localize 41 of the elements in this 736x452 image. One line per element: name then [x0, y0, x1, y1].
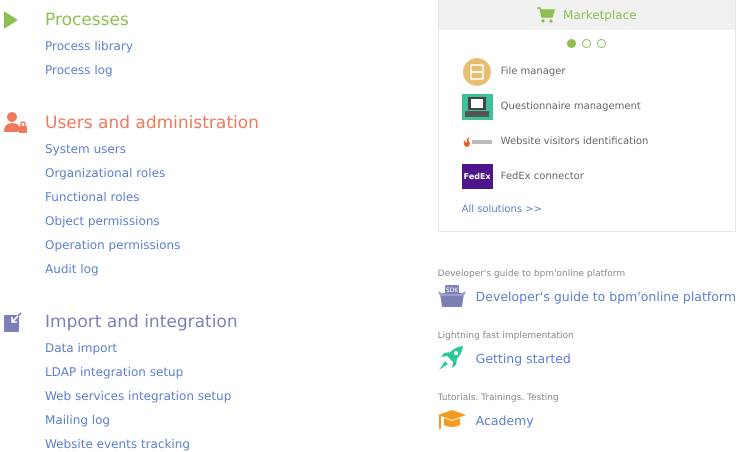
marketplace-title: Marketplace — [563, 8, 637, 22]
nav-link[interactable]: Process log — [45, 58, 113, 82]
play-icon — [4, 11, 18, 29]
resource-link[interactable]: Developer's guide to bpm'online platform — [476, 288, 736, 304]
pager-dot[interactable] — [567, 39, 576, 48]
nav-link[interactable]: LDAP integration setup — [45, 360, 184, 384]
nav-link[interactable]: Audit log — [45, 257, 99, 281]
section-title: Import and integration — [45, 312, 238, 332]
nav-link[interactable]: Mailing log — [45, 408, 110, 432]
nav-link[interactable]: Web services integration setup — [45, 384, 232, 408]
nav-link[interactable]: Functional roles — [45, 185, 140, 209]
solution-name[interactable]: Questionnaire management — [500, 101, 641, 112]
nav-link[interactable]: Organizational roles — [45, 161, 166, 185]
nav-link[interactable]: Data import — [45, 336, 118, 360]
nav-link[interactable]: Operation permissions — [45, 233, 180, 257]
solution-name[interactable]: File manager — [500, 66, 566, 77]
nav-link[interactable]: Process library — [45, 34, 133, 58]
rocket-icon — [438, 346, 465, 370]
pager-dot[interactable] — [597, 39, 606, 48]
cart-icon — [537, 7, 556, 23]
solution-name[interactable]: Website visitors identification — [500, 136, 648, 147]
user-lock-icon — [4, 112, 28, 134]
resource-caption: Tutorials. Trainings. Testing — [438, 392, 559, 405]
graduation-cap-icon — [438, 410, 466, 430]
import-icon — [4, 312, 22, 332]
nav-link[interactable]: Website events tracking — [45, 432, 190, 452]
resource-link[interactable]: Academy — [476, 412, 534, 428]
resource-caption: Lightning fast implementation — [438, 330, 574, 343]
flame-logo-icon — [462, 136, 493, 146]
section-title: Users and administration — [45, 113, 259, 133]
nav-link[interactable]: System users — [45, 137, 126, 161]
all-solutions-link[interactable]: All solutions >> — [462, 204, 542, 215]
file-cabinet-icon — [462, 56, 492, 86]
fedex-logo: FedEx — [462, 164, 493, 189]
solution-name[interactable]: FedEx connector — [500, 171, 584, 182]
nav-link[interactable]: Object permissions — [45, 209, 160, 233]
resource-link[interactable]: Getting started — [476, 350, 571, 366]
resource-caption: Developer's guide to bpm'online platform — [438, 268, 626, 281]
laptop-form-icon — [462, 94, 493, 120]
pager-dot[interactable] — [582, 39, 592, 48]
section-title: Processes — [45, 10, 129, 30]
